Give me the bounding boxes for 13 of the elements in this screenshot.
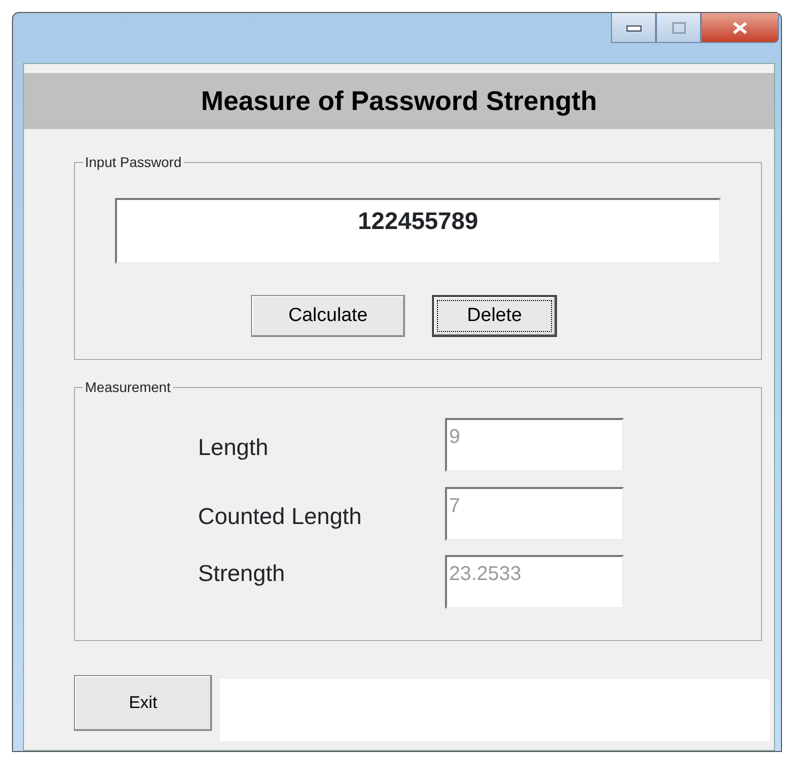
field-label: Counted Length (198, 502, 363, 531)
minimize-icon (626, 24, 642, 32)
minimize-button[interactable] (611, 13, 656, 43)
close-icon (731, 20, 749, 34)
exit-button[interactable]: Exit (74, 675, 212, 731)
maximize-icon (672, 22, 686, 34)
calculate-button[interactable]: Calculate (251, 295, 405, 337)
field-label: Strength (198, 559, 286, 588)
password-field[interactable]: 122455789 (115, 198, 721, 264)
field-label: Length (198, 433, 270, 462)
close-button[interactable] (701, 13, 779, 43)
delete-button[interactable]: Delete (432, 295, 557, 337)
header-title: Measure of Password Strength (24, 73, 774, 129)
